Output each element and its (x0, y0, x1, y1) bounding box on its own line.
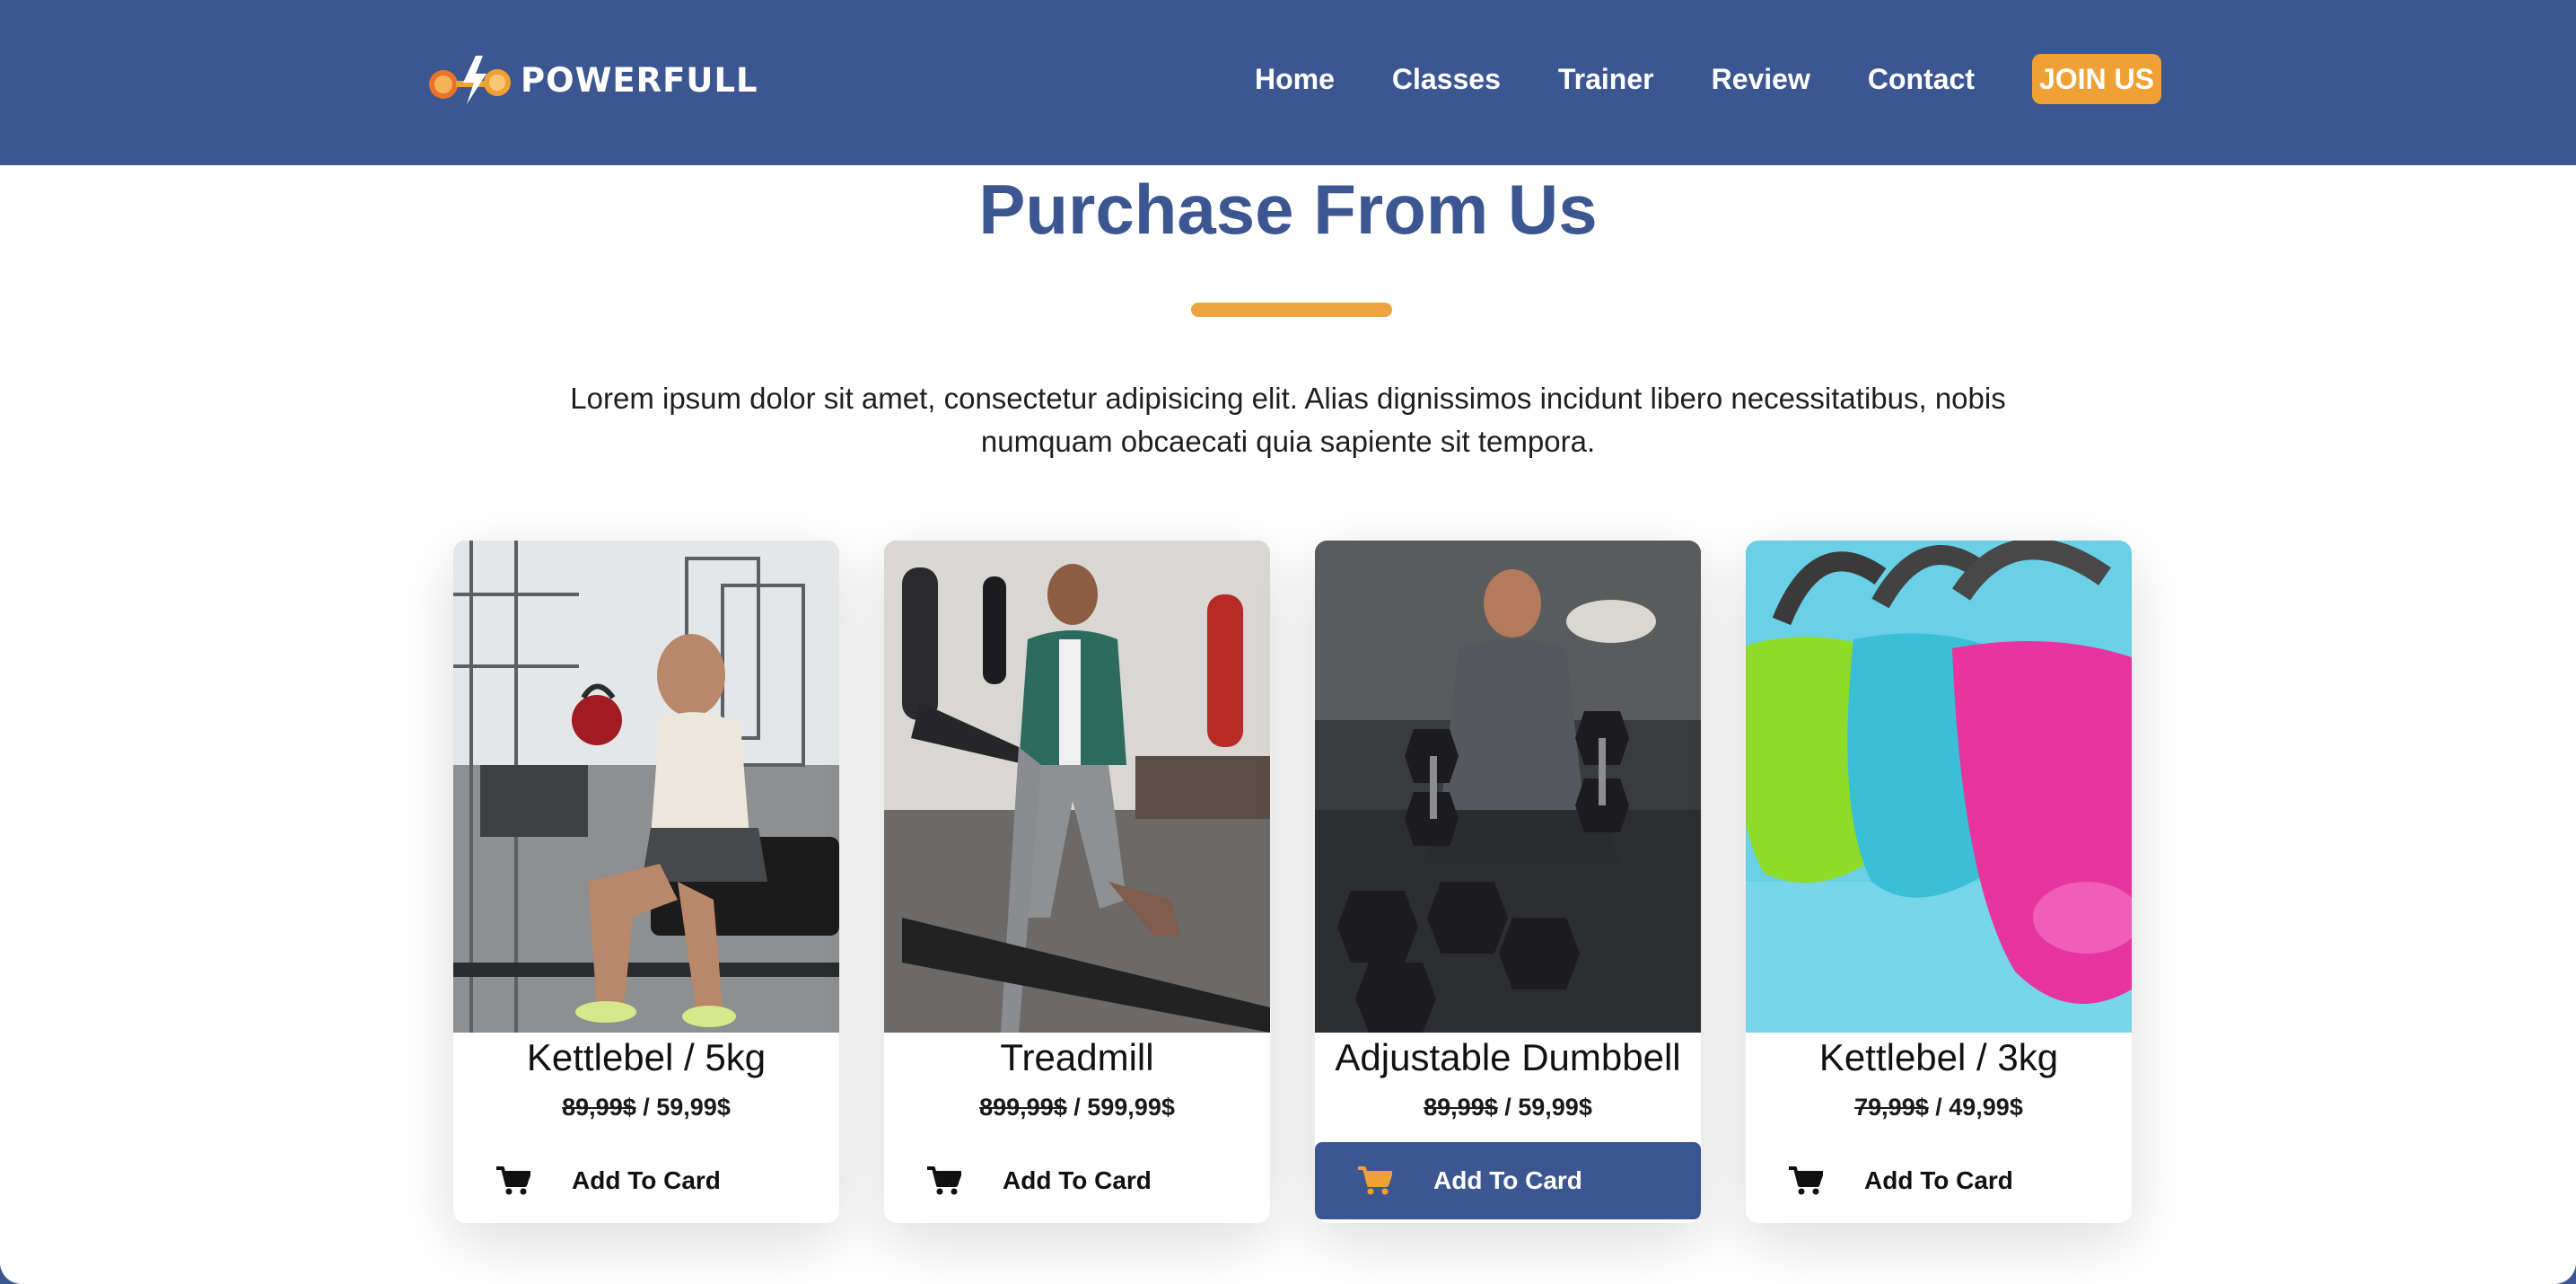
add-to-cart-label: Add To Card (1864, 1166, 2013, 1194)
man-on-treadmill-photo (884, 541, 1270, 1033)
product-title: Adjustable Dumbbell (1335, 1036, 1681, 1078)
dumbbell-lightning-icon (429, 56, 511, 104)
navbar: POWERFULL Home Classes Trainer Review Co… (0, 0, 2576, 165)
purchase-section: Purchase From Us Lorem ipsum dolor sit a… (0, 165, 2576, 1284)
man-with-kettlebell-photo (453, 541, 839, 1033)
old-price: 79,99$ (1854, 1094, 1929, 1121)
nav-link-classes[interactable]: Classes (1392, 54, 1501, 104)
new-price: 599,99$ (1087, 1094, 1175, 1121)
section-description: Lorem ipsum dolor sit amet, consectetur … (570, 382, 2006, 458)
new-price: 49,99$ (1949, 1094, 2023, 1121)
product-card: Kettlebel / 3kg 79,99$ / 49,99$ Add To C… (1746, 541, 2132, 1223)
add-to-cart-label: Add To Card (1433, 1166, 1582, 1194)
product-card: Kettlebel / 5kg 89,99$ / 59,99$ Add To C… (453, 541, 839, 1223)
nav-link-review[interactable]: Review (1712, 54, 1810, 104)
product-title: Treadmill (1000, 1036, 1154, 1078)
product-title: Kettlebel / 3kg (1818, 1036, 2059, 1078)
product-cards: Kettlebel / 5kg 89,99$ / 59,99$ Add To C… (453, 541, 2132, 1223)
add-to-cart-button[interactable]: Add To Card (1315, 1142, 1701, 1219)
add-to-cart-button[interactable]: Add To Card (884, 1142, 1270, 1219)
shopping-cart-icon (496, 1166, 530, 1195)
man-with-dumbbells-photo (1315, 541, 1701, 1033)
nav-link-trainer[interactable]: Trainer (1558, 54, 1654, 104)
product-card: Adjustable Dumbbell 89,99$ / 59,99$ Add … (1315, 541, 1701, 1223)
shopping-cart-icon (1789, 1166, 1823, 1195)
new-price: 59,99$ (656, 1094, 731, 1121)
join-us-button[interactable]: JOIN US (2031, 54, 2161, 104)
logo-text: POWERFULL (521, 60, 758, 100)
product-card: Treadmill 899,99$ / 599,99$ Add To Card (884, 541, 1270, 1223)
product-title: Kettlebel / 5kg (526, 1036, 767, 1078)
nav-link-contact[interactable]: Contact (1868, 54, 1975, 104)
old-price: 89,99$ (562, 1094, 636, 1121)
nav-link-home[interactable]: Home (1255, 54, 1335, 104)
old-price: 899,99$ (979, 1094, 1067, 1121)
title-underline (1191, 303, 1392, 317)
product-price: 89,99$ / 59,99$ (1424, 1094, 1592, 1121)
nav-links: Home Classes Trainer Review Contact JOIN… (1197, 54, 2161, 104)
add-to-cart-label: Add To Card (1003, 1166, 1152, 1194)
add-to-cart-label: Add To Card (572, 1166, 721, 1194)
new-price: 59,99$ (1518, 1094, 1592, 1121)
product-price: 899,99$ / 599,99$ (979, 1094, 1175, 1121)
shopping-cart-icon (1358, 1166, 1392, 1195)
section-title: Purchase From Us (978, 170, 1598, 249)
shopping-cart-icon (927, 1166, 961, 1195)
add-to-cart-button[interactable]: Add To Card (1746, 1142, 2132, 1219)
product-price: 89,99$ / 59,99$ (562, 1094, 731, 1121)
old-price: 89,99$ (1424, 1094, 1498, 1121)
colorful-kettlebells-photo (1746, 541, 2132, 1033)
logo[interactable]: POWERFULL (427, 56, 758, 104)
add-to-cart-button[interactable]: Add To Card (453, 1142, 839, 1219)
product-price: 79,99$ / 49,99$ (1854, 1094, 2023, 1121)
